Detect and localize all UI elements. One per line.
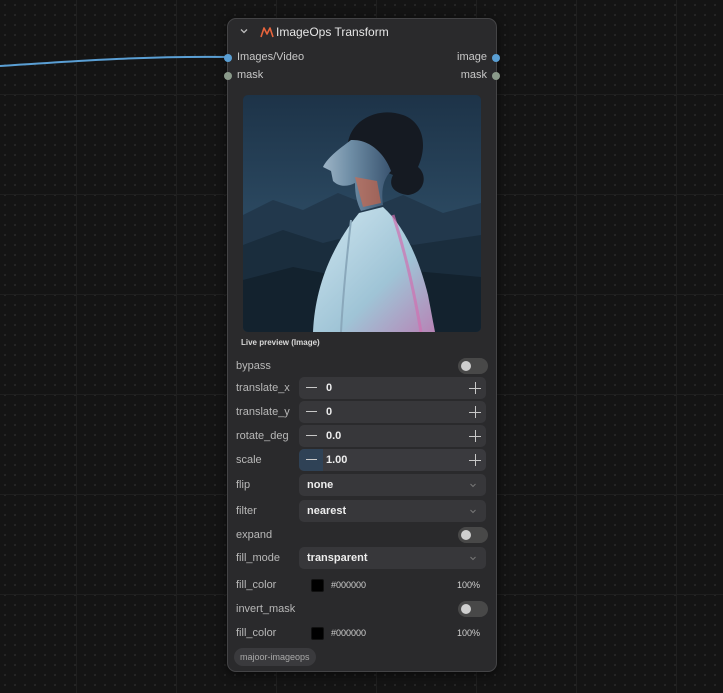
fill-mode-select[interactable]: transparent bbox=[299, 547, 486, 569]
live-preview-image bbox=[243, 95, 481, 332]
widget-fill-mode[interactable]: fill_mode transparent bbox=[228, 547, 496, 569]
widget-expand[interactable]: expand bbox=[228, 524, 496, 546]
bypass-toggle[interactable] bbox=[458, 358, 488, 374]
minus-icon bbox=[306, 387, 317, 388]
fill-color-2-hex[interactable]: #000000 bbox=[331, 628, 366, 638]
widget-scale[interactable]: scale 1.00 bbox=[228, 449, 496, 471]
dropdown-chevron-icon bbox=[470, 509, 476, 514]
translate-x-value: 0 bbox=[326, 382, 333, 394]
output-label-mask: mask bbox=[460, 69, 487, 81]
minus-icon bbox=[306, 411, 317, 412]
imageops-transform-node[interactable]: ImageOps Transform Images/Video image ma… bbox=[224, 18, 500, 672]
toggle-knob bbox=[461, 604, 471, 614]
scale-value: 1.00 bbox=[326, 454, 348, 466]
fill-color-2-label: fill_color bbox=[236, 627, 277, 639]
translate-y-decrement[interactable] bbox=[299, 401, 323, 423]
scale-stepper[interactable]: 1.00 bbox=[299, 449, 486, 471]
plus-icon[interactable] bbox=[469, 454, 481, 466]
toggle-knob bbox=[461, 361, 471, 371]
filter-label: filter bbox=[236, 505, 257, 517]
flip-label: flip bbox=[236, 479, 251, 491]
rotate-deg-label: rotate_deg bbox=[236, 430, 289, 442]
plus-icon[interactable] bbox=[469, 406, 481, 418]
flip-select[interactable]: none bbox=[299, 474, 486, 496]
input-dot-images[interactable] bbox=[224, 54, 232, 62]
rotate-deg-decrement[interactable] bbox=[299, 425, 323, 447]
rotate-deg-stepper[interactable]: 0.0 bbox=[299, 425, 486, 447]
plus-icon[interactable] bbox=[469, 382, 481, 394]
translate-y-label: translate_y bbox=[236, 406, 290, 418]
node-title: ImageOps Transform bbox=[276, 25, 389, 39]
translate-x-label: translate_x bbox=[236, 382, 290, 394]
node-title-bar[interactable]: ImageOps Transform bbox=[228, 19, 496, 45]
input-slot-images[interactable]: Images/Video image bbox=[224, 50, 500, 66]
widget-invert-mask[interactable]: invert_mask bbox=[228, 598, 496, 620]
scale-label: scale bbox=[236, 454, 262, 466]
input-dot-mask[interactable] bbox=[224, 72, 232, 80]
widget-translate-y[interactable]: translate_y 0 bbox=[228, 401, 496, 423]
widget-bypass[interactable]: bypass bbox=[228, 355, 496, 377]
translate-x-decrement[interactable] bbox=[299, 377, 323, 399]
expand-toggle[interactable] bbox=[458, 527, 488, 543]
output-label-image: image bbox=[457, 51, 487, 63]
scale-decrement[interactable] bbox=[299, 449, 323, 471]
fill-color-2-swatch[interactable] bbox=[311, 627, 324, 640]
invert-mask-label: invert_mask bbox=[236, 603, 296, 615]
translate-x-stepper[interactable]: 0 bbox=[299, 377, 486, 399]
widget-rotate-deg[interactable]: rotate_deg 0.0 bbox=[228, 425, 496, 447]
translate-y-stepper[interactable]: 0 bbox=[299, 401, 486, 423]
output-dot-mask[interactable] bbox=[492, 72, 500, 80]
widget-filter[interactable]: filter nearest bbox=[228, 500, 496, 522]
fill-color-alpha[interactable]: 100% bbox=[457, 580, 480, 590]
output-dot-image[interactable] bbox=[492, 54, 500, 62]
fill-color-swatch[interactable] bbox=[311, 579, 324, 592]
fill-color-hex[interactable]: #000000 bbox=[331, 580, 366, 590]
dropdown-chevron-icon bbox=[470, 556, 476, 561]
minus-icon bbox=[306, 459, 317, 460]
widget-translate-x[interactable]: translate_x 0 bbox=[228, 377, 496, 399]
minus-icon bbox=[306, 435, 317, 436]
fill-color-label: fill_color bbox=[236, 579, 277, 591]
dropdown-chevron-icon bbox=[470, 483, 476, 488]
preview-caption: Live preview (Image) bbox=[241, 338, 320, 347]
fill-mode-label: fill_mode bbox=[236, 552, 281, 564]
plus-icon[interactable] bbox=[469, 430, 481, 442]
preview-portrait-image bbox=[243, 95, 481, 332]
node-source-badge: majoor-imageops bbox=[234, 648, 316, 666]
fill-mode-value: transparent bbox=[307, 552, 368, 564]
filter-value: nearest bbox=[307, 505, 347, 517]
toggle-knob bbox=[461, 530, 471, 540]
widget-flip[interactable]: flip none bbox=[228, 474, 496, 496]
input-label-mask: mask bbox=[237, 69, 264, 81]
expand-label: expand bbox=[236, 529, 273, 541]
filter-select[interactable]: nearest bbox=[299, 500, 486, 522]
chevron-down-icon[interactable] bbox=[238, 25, 250, 37]
input-label-images: Images/Video bbox=[237, 51, 305, 63]
input-slot-mask[interactable]: mask mask bbox=[224, 68, 500, 84]
widget-fill-color-2[interactable]: fill_color #000000 100% bbox=[228, 622, 496, 644]
flip-value: none bbox=[307, 479, 334, 491]
fill-color-2-alpha[interactable]: 100% bbox=[457, 628, 480, 638]
invert-mask-toggle[interactable] bbox=[458, 601, 488, 617]
widget-fill-color[interactable]: fill_color #000000 100% bbox=[228, 574, 496, 596]
translate-y-value: 0 bbox=[326, 406, 333, 418]
bypass-label: bypass bbox=[236, 360, 271, 372]
logo-icon bbox=[260, 27, 274, 38]
rotate-deg-value: 0.0 bbox=[326, 430, 342, 442]
